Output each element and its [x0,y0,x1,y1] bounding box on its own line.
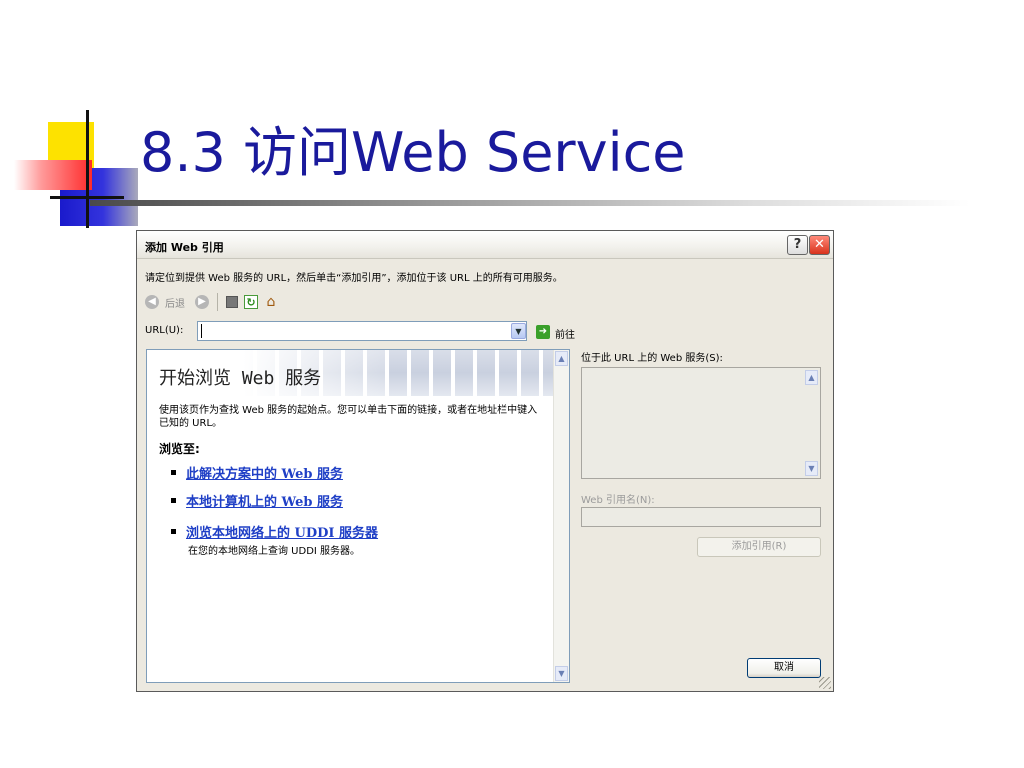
close-button[interactable]: ✕ [809,235,830,255]
cancel-button[interactable]: 取消 [747,658,821,678]
bullet-icon [171,529,176,534]
add-web-reference-dialog: 添加 Web 引用 ? ✕ 请定位到提供 Web 服务的 URL，然后单击“添加… [136,230,834,692]
services-label: 位于此 URL 上的 Web 服务(S): [581,353,723,364]
back-arrow-icon[interactable]: ◀ [145,295,159,309]
go-arrow-icon[interactable]: ➜ [536,325,550,339]
dialog-title: 添加 Web 引用 [145,241,224,254]
dialog-titlebar: 添加 Web 引用 ? ✕ [137,231,833,259]
list-item: 本地计算机上的 Web 服务 [171,491,343,510]
go-button[interactable]: 前往 [555,326,575,341]
browser-scrollbar[interactable]: ▲ ▼ [553,350,569,682]
forward-arrow-icon[interactable]: ▶ [195,295,209,309]
browser-description: 使用该页作为查找 Web 服务的起始点。您可以单击下面的链接，或者在地址栏中键入… [159,405,538,429]
scroll-up-icon[interactable]: ▲ [805,370,818,385]
link-local-machine-services[interactable]: 本地计算机上的 Web 服务 [186,491,343,510]
resize-grip-icon[interactable] [819,677,831,689]
browser-heading: 开始浏览 Web 服务 [159,368,322,389]
bullet-icon [171,470,176,475]
text-caret [201,324,202,338]
web-reference-name-label: Web 引用名(N): [581,495,655,506]
list-item: 此解决方案中的 Web 服务 [171,463,343,482]
toolbar-separator [217,293,218,311]
back-label[interactable]: 后退 [165,295,185,310]
list-item: 浏览本地网络上的 UDDI 服务器 [171,522,378,541]
url-label: URL(U): [145,325,184,336]
help-button[interactable]: ? [787,235,808,255]
web-reference-name-input[interactable] [581,507,821,527]
bullet-icon [171,498,176,503]
instruction-text: 请定位到提供 Web 服务的 URL，然后单击“添加引用”，添加位于该 URL … [145,273,563,284]
uddi-description: 在您的本地网络上查询 UDDI 服务器。 [188,546,361,557]
url-input[interactable] [197,321,527,341]
home-icon[interactable]: ⌂ [264,295,278,309]
refresh-icon[interactable]: ↻ [244,295,258,309]
scroll-up-icon[interactable]: ▲ [555,351,568,366]
scroll-down-icon[interactable]: ▼ [555,666,568,681]
chevron-down-icon[interactable]: ▼ [511,323,526,339]
link-uddi-servers[interactable]: 浏览本地网络上的 UDDI 服务器 [186,522,378,541]
stop-icon[interactable] [226,296,238,308]
title-underline [90,200,970,206]
add-reference-button[interactable]: 添加引用(R) [697,537,821,557]
slide-decoration-vertical-line [86,110,89,228]
link-solution-services[interactable]: 此解决方案中的 Web 服务 [186,463,343,482]
slide-decoration-red-bar [14,160,92,190]
navigation-toolbar: ◀ 后退 ▶ ↻ ⌂ [145,293,278,311]
slide-title: 8.3 访问Web Service [140,121,686,184]
slide-decoration-horizontal-line [50,196,124,199]
scroll-down-icon[interactable]: ▼ [805,461,818,476]
services-list[interactable]: ▲ ▼ [581,367,821,479]
browser-panel: 开始浏览 Web 服务 使用该页作为查找 Web 服务的起始点。您可以单击下面的… [146,349,570,683]
browse-to-label: 浏览至: [159,442,200,456]
